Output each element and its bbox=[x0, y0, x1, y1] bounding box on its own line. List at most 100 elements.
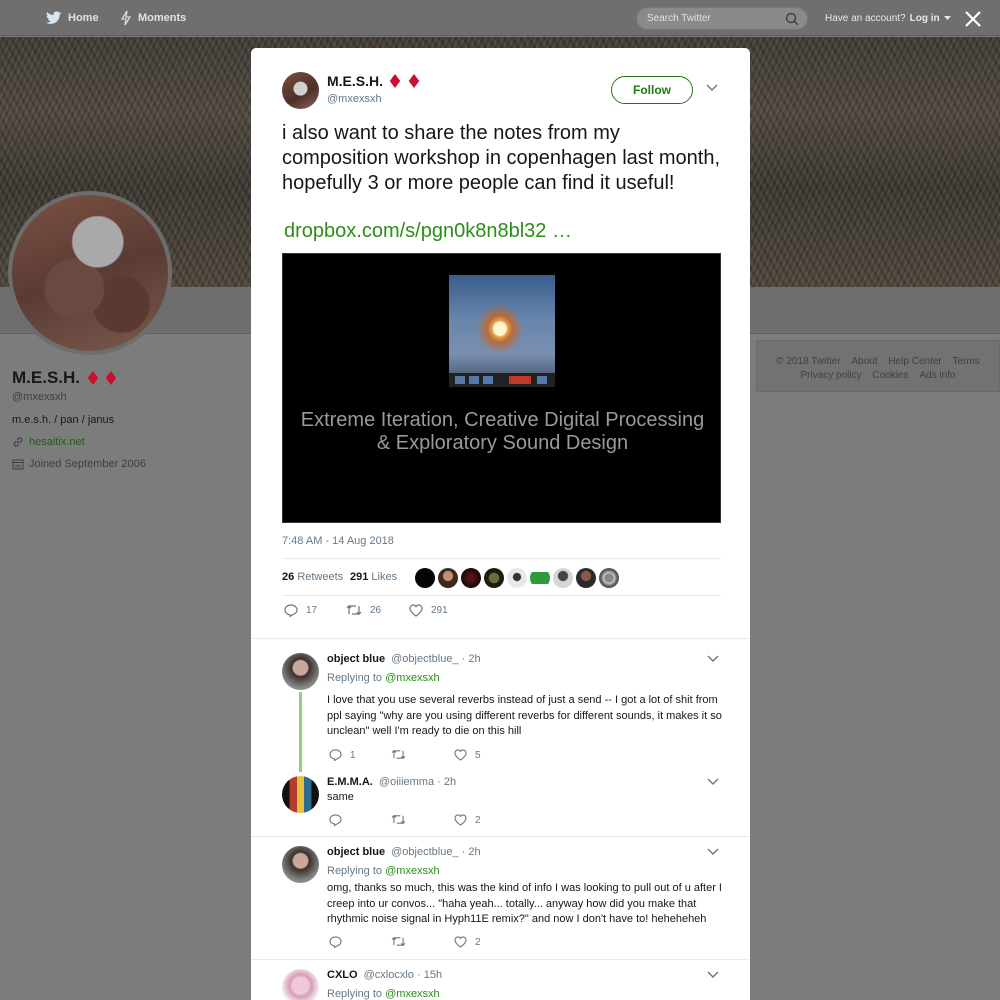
reply-time[interactable]: · 15h bbox=[417, 969, 442, 981]
tweet-timestamp[interactable]: 7:48 AM - 14 Aug 2018 bbox=[282, 535, 394, 547]
replying-handle[interactable]: @mxexsxh bbox=[385, 865, 440, 877]
author-name[interactable]: M.E.S.H. bbox=[327, 73, 421, 89]
liker-avatar[interactable] bbox=[484, 568, 504, 588]
liker-avatar[interactable] bbox=[599, 568, 619, 588]
author-handle[interactable]: @mxexsxh bbox=[327, 93, 382, 105]
login-link[interactable]: Log in bbox=[910, 13, 940, 24]
retweet-action[interactable]: 26 bbox=[346, 604, 381, 616]
author-avatar[interactable] bbox=[282, 72, 319, 109]
liker-avatar[interactable] bbox=[507, 568, 527, 588]
reply-author-name[interactable]: object blue bbox=[327, 653, 385, 665]
replying-to: Replying to @mxexsxh bbox=[327, 988, 440, 1000]
liker-avatar[interactable] bbox=[461, 568, 481, 588]
reply-text: omg, thanks so much, this was the kind o… bbox=[327, 882, 722, 925]
tweet-modal: M.E.S.H. @mxexsxh Follow i also want to … bbox=[251, 48, 750, 1000]
chevron-down-icon[interactable] bbox=[707, 655, 719, 663]
search-input[interactable] bbox=[647, 13, 777, 24]
tweet-link[interactable]: dropbox.com/s/pgn0k8n8bl32 … bbox=[284, 220, 572, 243]
thumbnail-cell bbox=[537, 376, 547, 384]
chevron-down-icon[interactable] bbox=[707, 778, 719, 786]
reply-action[interactable] bbox=[329, 814, 350, 826]
like-action[interactable]: 291 bbox=[409, 604, 448, 617]
reply-author-name[interactable]: E.M.M.A. bbox=[327, 776, 373, 788]
like-action[interactable]: 2 bbox=[454, 814, 481, 826]
reply-time[interactable]: · 2h bbox=[437, 776, 456, 788]
replying-handle[interactable]: @mxexsxh bbox=[385, 988, 440, 1000]
nav-home[interactable]: Home bbox=[46, 0, 99, 36]
diamond-emojis bbox=[86, 371, 118, 385]
website-link[interactable]: hesaitix.net bbox=[29, 436, 85, 448]
liker-avatar[interactable] bbox=[530, 568, 550, 588]
like-action[interactable]: 5 bbox=[454, 749, 481, 761]
reply-action[interactable]: 1 bbox=[329, 749, 356, 761]
like-count: 5 bbox=[475, 749, 481, 761]
search-icon[interactable] bbox=[785, 12, 799, 26]
thumbnail-cell bbox=[483, 376, 493, 384]
footer-link-ads[interactable]: Ads info bbox=[919, 370, 955, 381]
retweet-action[interactable] bbox=[391, 749, 414, 760]
tweet-media[interactable]: Extreme Iteration, Creative Digital Proc… bbox=[282, 253, 721, 523]
reply-author-handle[interactable]: @cxlocxlo bbox=[364, 969, 414, 981]
replying-prefix: Replying to bbox=[327, 672, 383, 684]
reply-author-name[interactable]: CXLO bbox=[327, 969, 358, 981]
reply-icon bbox=[284, 604, 298, 617]
profile-avatar[interactable] bbox=[8, 191, 172, 355]
like-action[interactable]: 2 bbox=[454, 936, 481, 948]
chevron-down-icon[interactable] bbox=[943, 15, 951, 21]
thumbnail-cell bbox=[455, 376, 465, 384]
divider bbox=[251, 638, 750, 639]
profile-name: M.E.S.H. bbox=[12, 368, 242, 388]
reply-icon bbox=[329, 814, 342, 826]
reply-header: object blue @objectblue_ · 2h bbox=[327, 846, 481, 858]
profile-bio: m.e.s.h. / pan / janus bbox=[12, 414, 115, 426]
chevron-down-icon[interactable] bbox=[706, 84, 718, 92]
heart-icon bbox=[409, 604, 423, 617]
likes-stat[interactable]: 291 Likes bbox=[350, 571, 397, 583]
chevron-down-icon[interactable] bbox=[707, 971, 719, 979]
footer-link-privacy[interactable]: Privacy policy bbox=[801, 370, 862, 381]
search-field[interactable] bbox=[636, 7, 808, 30]
reply-avatar[interactable] bbox=[282, 969, 319, 1000]
footer-link-terms[interactable]: Terms bbox=[953, 356, 980, 367]
reply-action[interactable] bbox=[329, 936, 350, 948]
footer-link-about[interactable]: About bbox=[851, 356, 877, 367]
retweet-icon bbox=[346, 604, 362, 616]
nav-moments[interactable]: Moments bbox=[120, 0, 186, 36]
likes-count: 291 bbox=[350, 571, 369, 583]
reply-icon bbox=[329, 936, 342, 948]
footer-link-help[interactable]: Help Center bbox=[888, 356, 941, 367]
replying-handle[interactable]: @mxexsxh bbox=[385, 672, 440, 684]
reply-time[interactable]: · 2h bbox=[462, 653, 481, 665]
reply-author-handle[interactable]: @objectblue_ bbox=[391, 653, 458, 665]
liker-avatar[interactable] bbox=[553, 568, 573, 588]
retweet-count: 26 bbox=[370, 604, 382, 616]
liker-avatar[interactable] bbox=[576, 568, 596, 588]
retweets-label: Retweets bbox=[297, 571, 344, 583]
media-caption: Extreme Iteration, Creative Digital Proc… bbox=[283, 409, 722, 455]
reply-avatar[interactable] bbox=[282, 776, 319, 813]
liker-avatar[interactable] bbox=[438, 568, 458, 588]
profile-handle[interactable]: @mxexsxh bbox=[12, 391, 242, 403]
retweets-stat[interactable]: 26 Retweets bbox=[282, 571, 343, 583]
footer-link-cookies[interactable]: Cookies bbox=[872, 370, 908, 381]
reply-author-name[interactable]: object blue bbox=[327, 846, 385, 858]
reply-avatar[interactable] bbox=[282, 846, 319, 883]
profile-website[interactable]: hesaitix.net bbox=[12, 436, 242, 448]
reply-author-handle[interactable]: @objectblue_ bbox=[391, 846, 458, 858]
lightning-icon bbox=[120, 10, 132, 26]
top-navigation-bar: Home Moments Have an account? Log in bbox=[0, 0, 1000, 36]
media-caption-line1: Extreme Iteration, Creative Digital Proc… bbox=[300, 409, 705, 431]
reply-avatar[interactable] bbox=[282, 653, 319, 690]
retweet-icon bbox=[391, 749, 406, 760]
heart-icon bbox=[454, 749, 467, 761]
follow-button[interactable]: Follow bbox=[611, 76, 693, 104]
reply-time[interactable]: · 2h bbox=[462, 846, 481, 858]
chevron-down-icon[interactable] bbox=[707, 848, 719, 856]
reply-actions: 2 bbox=[327, 814, 527, 830]
liker-avatar[interactable] bbox=[415, 568, 435, 588]
close-icon[interactable] bbox=[962, 8, 984, 30]
retweet-action[interactable] bbox=[391, 936, 414, 947]
reply-author-handle[interactable]: @oiiiemma bbox=[379, 776, 434, 788]
reply-action[interactable]: 17 bbox=[284, 604, 317, 617]
retweet-action[interactable] bbox=[391, 814, 414, 825]
